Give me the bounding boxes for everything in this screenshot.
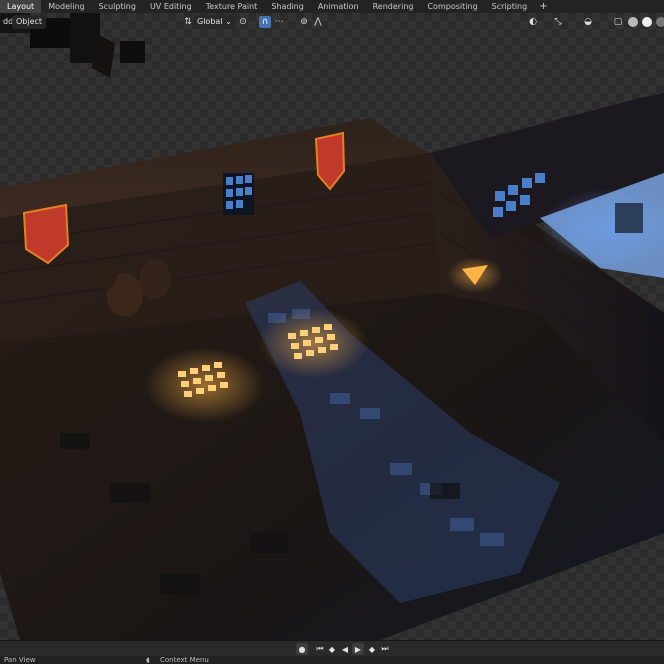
proportional-edit-icon[interactable]: ⊚ bbox=[298, 16, 310, 28]
tab-scripting[interactable]: Scripting bbox=[485, 0, 535, 13]
status-bar: Pan View ◖ Context Menu bbox=[0, 656, 664, 664]
workspace-tab-bar: Layout Modeling Sculpting UV Editing Texture… bbox=[0, 0, 664, 13]
tab-modeling[interactable]: Modeling bbox=[41, 0, 91, 13]
add-workspace-button[interactable]: + bbox=[534, 0, 552, 13]
jump-keyframe-back-icon[interactable]: ◆ bbox=[326, 643, 338, 655]
material-shading-icon[interactable] bbox=[656, 17, 664, 27]
orientation-dropdown[interactable]: Global ⌄ bbox=[193, 15, 236, 29]
jump-end-icon[interactable]: ⏭ bbox=[379, 643, 391, 655]
object-visibility-icon[interactable]: ◐ bbox=[527, 16, 539, 28]
xray-icon[interactable]: ▢ bbox=[612, 16, 624, 28]
chevron-down-icon: ⌄ bbox=[225, 17, 232, 26]
menu-object[interactable]: Object bbox=[12, 15, 47, 29]
dungeon-scene bbox=[0, 13, 664, 640]
tab-animation[interactable]: Animation bbox=[311, 0, 366, 13]
falloff-curve-icon[interactable]: ⋀ bbox=[312, 16, 324, 28]
gizmo-icon[interactable]: ⤡ bbox=[552, 16, 564, 28]
timeline-bar: ● ⏮ ◆ ◀ ▶ ◆ ⏭ bbox=[0, 640, 664, 657]
back-wall-window bbox=[223, 173, 254, 215]
overlay-icon[interactable]: ◒ bbox=[582, 16, 594, 28]
status-pan-view: Pan View bbox=[4, 656, 36, 664]
snap-increment-icon[interactable]: ⋯ bbox=[273, 16, 285, 28]
tab-compositing[interactable]: Compositing bbox=[420, 0, 484, 13]
tab-sculpting[interactable]: Sculpting bbox=[92, 0, 143, 13]
tab-layout[interactable]: Layout bbox=[0, 0, 42, 13]
orientation-value: Global bbox=[197, 17, 223, 26]
snap-magnet-icon[interactable]: ∩ bbox=[259, 16, 271, 28]
tab-uv-editing[interactable]: UV Editing bbox=[143, 0, 199, 13]
tab-shading[interactable]: Shading bbox=[264, 0, 311, 13]
viewport-header: dd Object ⇅ Global ⌄ ⊙ ∩ ⋯ ⊚ ⋀ ◐ ⤡ ◒ ▢ bbox=[0, 13, 664, 31]
tab-texture-paint[interactable]: Texture Paint bbox=[199, 0, 265, 13]
pivot-point-icon[interactable]: ⊙ bbox=[237, 16, 249, 28]
status-context-menu: Context Menu bbox=[160, 656, 209, 664]
play-reverse-icon[interactable]: ◀ bbox=[339, 643, 351, 655]
record-icon[interactable]: ● bbox=[296, 643, 308, 655]
jump-keyframe-forward-icon[interactable]: ◆ bbox=[366, 643, 378, 655]
play-icon[interactable]: ▶ bbox=[352, 643, 364, 655]
jump-start-icon[interactable]: ⏮ bbox=[314, 643, 326, 655]
3d-viewport[interactable] bbox=[0, 13, 664, 640]
mouse-icon: ◖ bbox=[146, 656, 150, 664]
wireframe-shading-icon[interactable] bbox=[628, 17, 638, 27]
solid-shading-icon[interactable] bbox=[642, 17, 652, 27]
tab-rendering[interactable]: Rendering bbox=[366, 0, 421, 13]
